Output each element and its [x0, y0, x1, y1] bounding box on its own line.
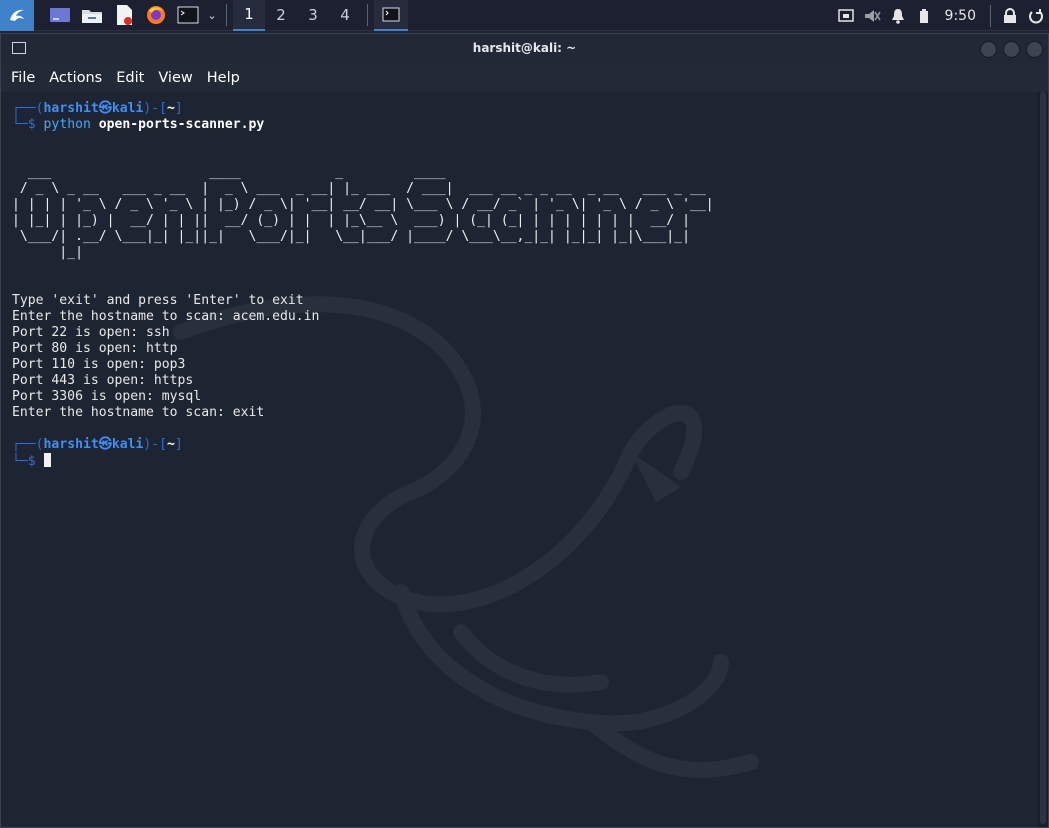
- close-button[interactable]: [1026, 41, 1043, 58]
- kali-dragon-watermark: [173, 296, 759, 778]
- desktop-icon: [50, 8, 70, 22]
- battery-indicator[interactable]: [911, 0, 937, 31]
- workspace-3[interactable]: 3: [297, 0, 329, 31]
- prompt-user: harshit: [43, 437, 99, 452]
- prompt-directory: ~: [167, 437, 175, 452]
- banner-line: | |_| | |_) | __/ | | || __/ (_) | | | |…: [12, 213, 690, 228]
- taskbar-separator: [226, 4, 227, 26]
- prompt-host: kali: [111, 101, 144, 116]
- banner-line: | | | | '_ \ / _ \ '_ \ | |_) / _ \| '__…: [12, 197, 714, 212]
- menu-file[interactable]: File: [11, 70, 35, 86]
- output-line: Type 'exit' and press 'Enter' to exit: [12, 293, 304, 308]
- terminal-icon: [177, 6, 199, 24]
- text-editor-icon: [117, 5, 132, 25]
- banner-line: ___ ____ _ ____: [12, 165, 446, 180]
- banner-line: |_|: [12, 245, 83, 260]
- output-line: Port 3306 is open: mysql: [12, 389, 202, 404]
- bell-icon: [891, 8, 904, 24]
- volume-muted-icon: [864, 9, 881, 22]
- prompt-symbol: └─$: [12, 117, 44, 132]
- network-icon: [837, 8, 854, 22]
- text-editor-button[interactable]: [108, 0, 140, 31]
- terminal-window: harshit@kali: ~ File Actions Edit View H…: [0, 33, 1049, 828]
- menu-actions[interactable]: Actions: [49, 70, 102, 86]
- battery-icon: [919, 8, 928, 23]
- firefox-icon: [147, 6, 165, 24]
- prompt-decoration: ]: [174, 437, 183, 452]
- banner-line: \___/| .__/ \___|_| |_||_| \___/|_| \__|…: [12, 229, 690, 244]
- logout-button[interactable]: [1023, 0, 1049, 31]
- workspace-4[interactable]: 4: [329, 0, 361, 31]
- output-line: Port 443 is open: https: [12, 373, 194, 388]
- network-indicator[interactable]: [833, 0, 859, 31]
- command-line: └─$: [12, 453, 51, 470]
- prompt-user: harshit: [43, 101, 99, 116]
- prompt-at-symbol: ㉿: [98, 437, 112, 452]
- menu-help[interactable]: Help: [207, 70, 240, 86]
- kali-menu-button[interactable]: [0, 0, 34, 31]
- workspace-2[interactable]: 2: [265, 0, 297, 31]
- task-terminal-window[interactable]: [374, 0, 408, 31]
- window-titlebar[interactable]: harshit@kali: ~: [1, 34, 1048, 64]
- prompt-line: ┌──(harshit㉿kali)-[~]: [12, 437, 183, 453]
- lock-icon: [1004, 7, 1016, 23]
- prompt-decoration: )-[: [143, 101, 168, 116]
- prompt-symbol: └─$: [12, 454, 44, 469]
- output-line: Port 22 is open: ssh: [12, 325, 170, 340]
- kali-dragon-icon: [10, 9, 24, 21]
- launcher-dropdown[interactable]: ⌄: [204, 0, 220, 31]
- firefox-button[interactable]: [140, 0, 172, 31]
- menu-edit[interactable]: Edit: [116, 70, 144, 86]
- prompt-directory: ~: [167, 101, 175, 116]
- folder-icon: [82, 10, 102, 23]
- output-line: Enter the hostname to scan: acem.edu.in: [12, 309, 320, 324]
- lock-screen-button[interactable]: [997, 0, 1023, 31]
- command-argument: open-ports-scanner.py: [98, 117, 265, 132]
- power-icon: [1029, 8, 1043, 23]
- command-line: └─$ python open-ports-scanner.py: [12, 117, 264, 133]
- command-name: python: [43, 117, 91, 132]
- minimize-button[interactable]: [980, 41, 997, 58]
- terminal-icon: [382, 7, 400, 21]
- clock[interactable]: 9:50: [937, 8, 984, 24]
- prompt-decoration: )-[: [143, 437, 168, 452]
- prompt-decoration: ┌──(: [12, 437, 44, 452]
- terminal-launcher-button[interactable]: [172, 0, 204, 31]
- chevron-down-icon: ⌄: [207, 8, 217, 22]
- scrollbar-thumb[interactable]: [1040, 92, 1046, 824]
- prompt-at-symbol: ㉿: [98, 101, 112, 116]
- taskbar-separator: [367, 4, 368, 26]
- output-line: Port 80 is open: http: [12, 341, 178, 356]
- volume-indicator[interactable]: [859, 0, 885, 31]
- prompt-decoration: ┌──(: [12, 101, 44, 116]
- text-cursor: [43, 453, 51, 467]
- output-line: Port 110 is open: pop3: [12, 357, 186, 372]
- notifications-indicator[interactable]: [885, 0, 911, 31]
- terminal-output[interactable]: ┌──(harshit㉿kali)-[~] └─$ python open-po…: [1, 92, 1038, 827]
- menu-view[interactable]: View: [158, 70, 192, 86]
- file-manager-button[interactable]: [76, 0, 108, 31]
- taskbar: ⌄ 1 2 3 4 9:50: [0, 0, 1049, 31]
- workspace-1[interactable]: 1: [233, 0, 265, 31]
- show-desktop-button[interactable]: [44, 0, 76, 31]
- prompt-decoration: ]: [174, 101, 183, 116]
- tray-separator: [990, 4, 991, 27]
- banner-line: / _ \ _ __ ___ _ __ | _ \ ___ _ __| |_ _…: [12, 181, 706, 196]
- prompt-host: kali: [111, 437, 144, 452]
- output-line: Enter the hostname to scan: exit: [12, 405, 265, 420]
- terminal-scrollbar[interactable]: [1038, 92, 1048, 827]
- maximize-button[interactable]: [1003, 41, 1020, 58]
- system-tray: 9:50: [833, 0, 1049, 31]
- prompt-line: ┌──(harshit㉿kali)-[~]: [12, 101, 183, 117]
- menu-bar: File Actions Edit View Help: [1, 64, 1048, 92]
- window-title: harshit@kali: ~: [472, 41, 577, 55]
